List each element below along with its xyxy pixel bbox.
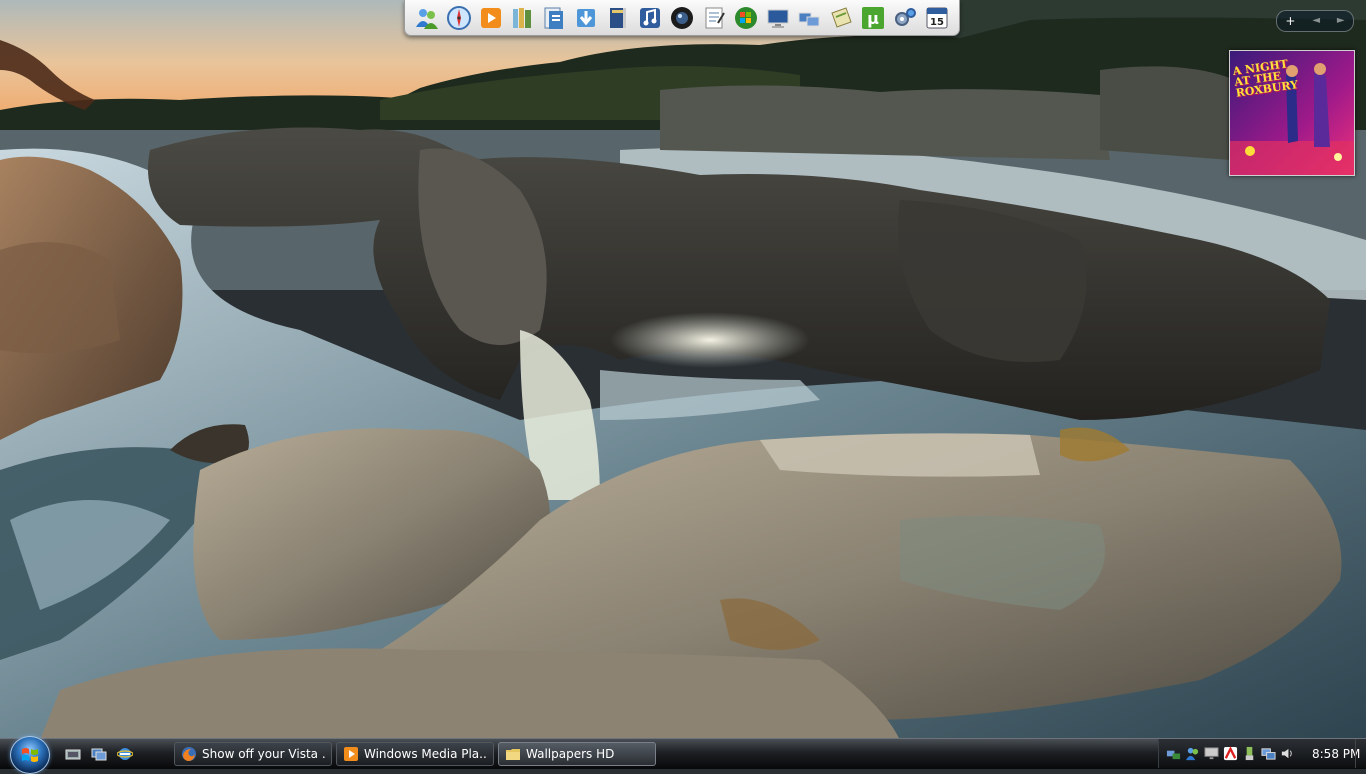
internet-explorer-icon[interactable]	[116, 745, 134, 763]
app-dock: µ 15	[404, 0, 960, 36]
network-icon[interactable]	[795, 4, 823, 32]
antivirus-icon[interactable]	[1222, 746, 1238, 762]
next-page-button[interactable]: ►	[1337, 12, 1345, 30]
utorrent-icon[interactable]: µ	[859, 4, 887, 32]
downloads-icon[interactable]	[572, 4, 600, 32]
media-player-icon[interactable]	[477, 4, 505, 32]
notes-icon[interactable]	[827, 4, 855, 32]
task-button-media-player[interactable]: Windows Media Pla...	[336, 742, 494, 766]
safely-remove-icon[interactable]	[1241, 746, 1257, 762]
connections-icon[interactable]	[1260, 746, 1276, 762]
task-button-folder[interactable]: Wallpapers HD	[498, 742, 656, 766]
music-icon[interactable]	[636, 4, 664, 32]
safari-icon[interactable]	[445, 4, 473, 32]
show-desktop-icon[interactable]	[64, 745, 82, 763]
calendar-icon[interactable]: 15	[923, 4, 951, 32]
windows-logo-icon[interactable]	[732, 4, 760, 32]
start-button[interactable]	[10, 736, 50, 774]
settings-gears-icon[interactable]	[891, 4, 919, 32]
add-gadget-button[interactable]: +	[1285, 12, 1295, 30]
media-player-icon	[344, 747, 358, 761]
folder-icon	[506, 749, 520, 760]
task-buttons: Show off your Vista ... Windows Media Pl…	[174, 742, 656, 766]
system-clock[interactable]: 8:58 PM	[1312, 747, 1360, 761]
desktop-wallpaper	[0, 0, 1366, 740]
book-icon[interactable]	[604, 4, 632, 32]
messenger-icon[interactable]	[413, 4, 441, 32]
display-icon[interactable]	[1203, 746, 1219, 762]
task-label: Wallpapers HD	[526, 747, 615, 761]
taskbar: Show off your Vista ... Windows Media Pl…	[0, 736, 1366, 774]
system-tray: 8:58 PM	[1158, 739, 1366, 768]
network-status-icon[interactable]	[1165, 746, 1181, 762]
task-label: Windows Media Pla...	[364, 747, 487, 761]
switch-windows-icon[interactable]	[90, 745, 108, 763]
library-books-icon[interactable]	[509, 4, 537, 32]
windows-logo-icon	[22, 748, 38, 762]
svg-text:µ: µ	[867, 9, 879, 28]
now-playing-album-art[interactable]: A NIGHT AT THE ROXBURY	[1229, 50, 1355, 176]
show-desktop-button[interactable]	[1355, 739, 1366, 768]
quick-launch	[64, 745, 134, 763]
computer-icon[interactable]	[764, 4, 792, 32]
firefox-icon	[182, 747, 196, 761]
notepad-icon[interactable]	[700, 4, 728, 32]
volume-icon[interactable]	[1279, 746, 1295, 762]
documents-icon[interactable]	[540, 4, 568, 32]
previous-page-button[interactable]: ◄	[1312, 12, 1320, 30]
webcam-icon[interactable]	[668, 4, 696, 32]
svg-text:15: 15	[930, 17, 944, 28]
task-button-browser[interactable]: Show off your Vista ...	[174, 742, 332, 766]
task-label: Show off your Vista ...	[202, 747, 325, 761]
messenger-status-icon[interactable]	[1184, 746, 1200, 762]
sidebar-controls: + ◄ ►	[1276, 10, 1354, 32]
